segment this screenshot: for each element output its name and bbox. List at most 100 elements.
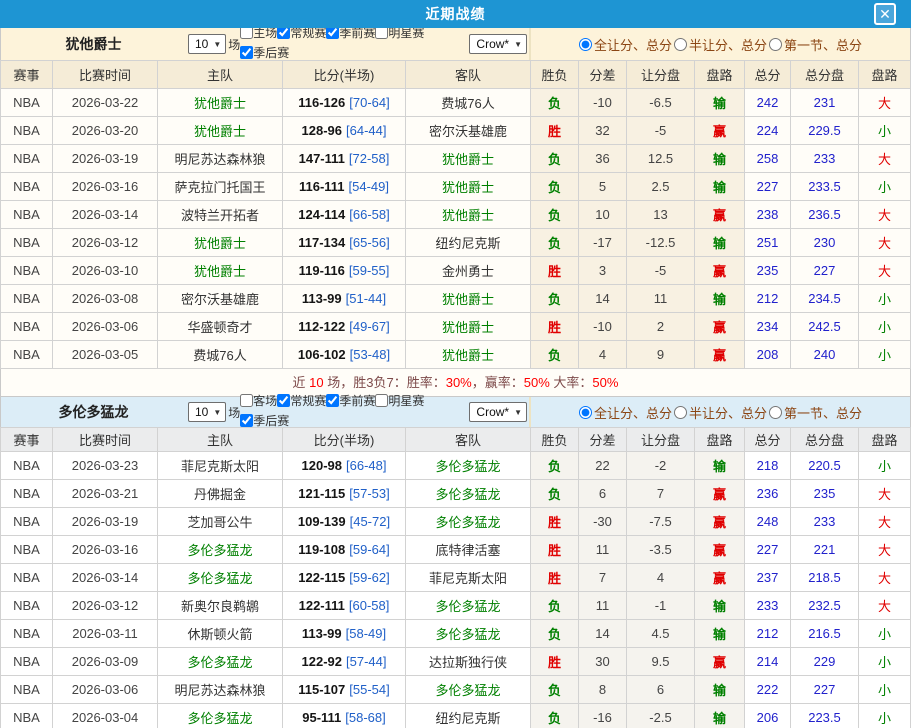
- cell-point-margin: 5: [579, 173, 627, 201]
- cell-league: NBA: [1, 173, 53, 201]
- checkbox-input[interactable]: [277, 394, 290, 407]
- cell-league: NBA: [1, 704, 53, 728]
- game-row: NBA2026-03-14波特兰开拓者124-114[66-58]犹他爵士负10…: [1, 201, 911, 229]
- cell-score: 116-126[70-64]: [283, 89, 406, 117]
- games-count-select[interactable]: 10 ▼: [188, 402, 226, 422]
- games-count-value: 10: [195, 37, 208, 51]
- odds-view-radio[interactable]: 全让分、总分: [579, 35, 672, 54]
- column-header: 赛事: [1, 428, 53, 452]
- cell-away-team: 犹他爵士: [406, 145, 531, 173]
- cell-total-line: 236.5: [791, 201, 859, 229]
- cell-home-team: 多伦多猛龙: [158, 536, 283, 564]
- cell-away-team: 多伦多猛龙: [406, 676, 531, 704]
- game-row: NBA2026-03-21丹佛掘金121-115[57-53]多伦多猛龙负67赢…: [1, 480, 911, 508]
- cell-over-under: 小: [859, 648, 911, 676]
- filter-checkbox[interactable]: 常规赛: [277, 392, 326, 409]
- cell-handicap-result: 赢: [695, 341, 745, 369]
- cell-win-loss: 负: [531, 201, 579, 229]
- cell-total-points: 208: [745, 341, 791, 369]
- cell-home-team: 菲尼克斯太阳: [158, 452, 283, 480]
- checkbox-input[interactable]: [375, 394, 388, 407]
- cell-total-line: 230: [791, 229, 859, 257]
- cell-match-date: 2026-03-22: [53, 89, 158, 117]
- cell-total-points: 206: [745, 704, 791, 728]
- cell-handicap-result: 输: [695, 592, 745, 620]
- cell-total-line: 220.5: [791, 452, 859, 480]
- cell-score: 122-92[57-44]: [283, 648, 406, 676]
- cell-match-date: 2026-03-19: [53, 508, 158, 536]
- checkbox-label: 季后赛: [253, 44, 289, 61]
- column-header: 总分: [745, 61, 791, 89]
- cell-league: NBA: [1, 229, 53, 257]
- game-row: NBA2026-03-20犹他爵士128-96[64-44]密尔沃基雄鹿胜32-…: [1, 117, 911, 145]
- odds-view-radio[interactable]: 全让分、总分: [579, 403, 672, 422]
- game-row: NBA2026-03-14多伦多猛龙122-115[59-62]菲尼克斯太阳胜7…: [1, 564, 911, 592]
- dialog-title: 近期战绩: [426, 4, 486, 24]
- cell-score: 95-111[58-68]: [283, 704, 406, 728]
- cell-home-team: 费城76人: [158, 341, 283, 369]
- games-count-select[interactable]: 10 ▼: [188, 34, 226, 54]
- cell-score: 113-99[58-49]: [283, 620, 406, 648]
- full-time-score: 122-115: [298, 570, 345, 585]
- cell-league: NBA: [1, 508, 53, 536]
- cell-away-team: 多伦多猛龙: [406, 508, 531, 536]
- games-count-value: 10: [195, 405, 208, 419]
- cell-win-loss: 负: [531, 145, 579, 173]
- summary-segment: 近: [293, 375, 310, 390]
- half-time-score: [72-58]: [349, 151, 389, 166]
- games-unit-label: 场: [228, 404, 240, 421]
- cell-total-line: 227: [791, 676, 859, 704]
- summary-segment: 10: [309, 375, 323, 390]
- half-time-score: [59-64]: [349, 542, 389, 557]
- cell-league: NBA: [1, 452, 53, 480]
- cell-handicap-line: 2: [627, 313, 695, 341]
- cell-total-points: 258: [745, 145, 791, 173]
- full-time-score: 113-99: [302, 291, 342, 306]
- checkbox-input[interactable]: [240, 414, 253, 427]
- radio-label: 半让分、总分: [689, 35, 767, 54]
- filter-controls: 多伦多猛龙 10 ▼ 场 客场常规赛季前赛明星赛季后赛 Crow* ▼: [1, 397, 531, 427]
- cell-point-margin: 8: [579, 676, 627, 704]
- cell-over-under: 大: [859, 564, 911, 592]
- odds-view-radio[interactable]: 半让分、总分: [674, 35, 767, 54]
- filter-checkbox[interactable]: 季后赛: [240, 412, 289, 429]
- radio-input[interactable]: [579, 38, 592, 51]
- filter-checkbox[interactable]: 客场: [240, 392, 277, 409]
- odds-view-radios: 全让分、总分半让分、总分第一节、总分: [531, 397, 910, 427]
- radio-input[interactable]: [674, 406, 687, 419]
- cell-total-line: 216.5: [791, 620, 859, 648]
- filter-checkbox[interactable]: 季后赛: [240, 44, 289, 61]
- games-unit-label: 场: [228, 36, 240, 53]
- cell-league: NBA: [1, 480, 53, 508]
- filter-checkbox[interactable]: 季前赛: [326, 392, 375, 409]
- checkbox-input[interactable]: [326, 394, 339, 407]
- cell-total-points: 237: [745, 564, 791, 592]
- cell-total-points: 236: [745, 480, 791, 508]
- odds-view-radio[interactable]: 半让分、总分: [674, 403, 767, 422]
- cell-away-team: 犹他爵士: [406, 201, 531, 229]
- cell-match-date: 2026-03-06: [53, 676, 158, 704]
- radio-input[interactable]: [674, 38, 687, 51]
- cell-total-points: 218: [745, 452, 791, 480]
- cell-handicap-line: -5: [627, 257, 695, 285]
- radio-input[interactable]: [579, 406, 592, 419]
- cell-handicap-line: 4: [627, 564, 695, 592]
- column-header: 胜负: [531, 61, 579, 89]
- close-button[interactable]: ✕: [874, 3, 896, 25]
- odds-view-radio[interactable]: 第一节、总分: [769, 35, 862, 54]
- cell-league: NBA: [1, 564, 53, 592]
- filter-checkbox[interactable]: 明星赛: [375, 392, 424, 409]
- odds-company-select[interactable]: Crow* ▼: [469, 402, 527, 422]
- checkbox-input[interactable]: [240, 46, 253, 59]
- results-table: 赛事比赛时间主队比分(半场)客队胜负分差让分盘盘路总分总分盘盘路 NBA2026…: [0, 60, 911, 369]
- odds-company-select[interactable]: Crow* ▼: [469, 34, 527, 54]
- cell-total-line: 233: [791, 508, 859, 536]
- game-row: NBA2026-03-19明尼苏达森林狼147-111[72-58]犹他爵士负3…: [1, 145, 911, 173]
- radio-input[interactable]: [769, 38, 782, 51]
- cell-score: 117-134[65-56]: [283, 229, 406, 257]
- radio-input[interactable]: [769, 406, 782, 419]
- summary-segment: 50%: [592, 375, 618, 390]
- cell-point-margin: -10: [579, 89, 627, 117]
- checkbox-input[interactable]: [240, 394, 253, 407]
- odds-view-radio[interactable]: 第一节、总分: [769, 403, 862, 422]
